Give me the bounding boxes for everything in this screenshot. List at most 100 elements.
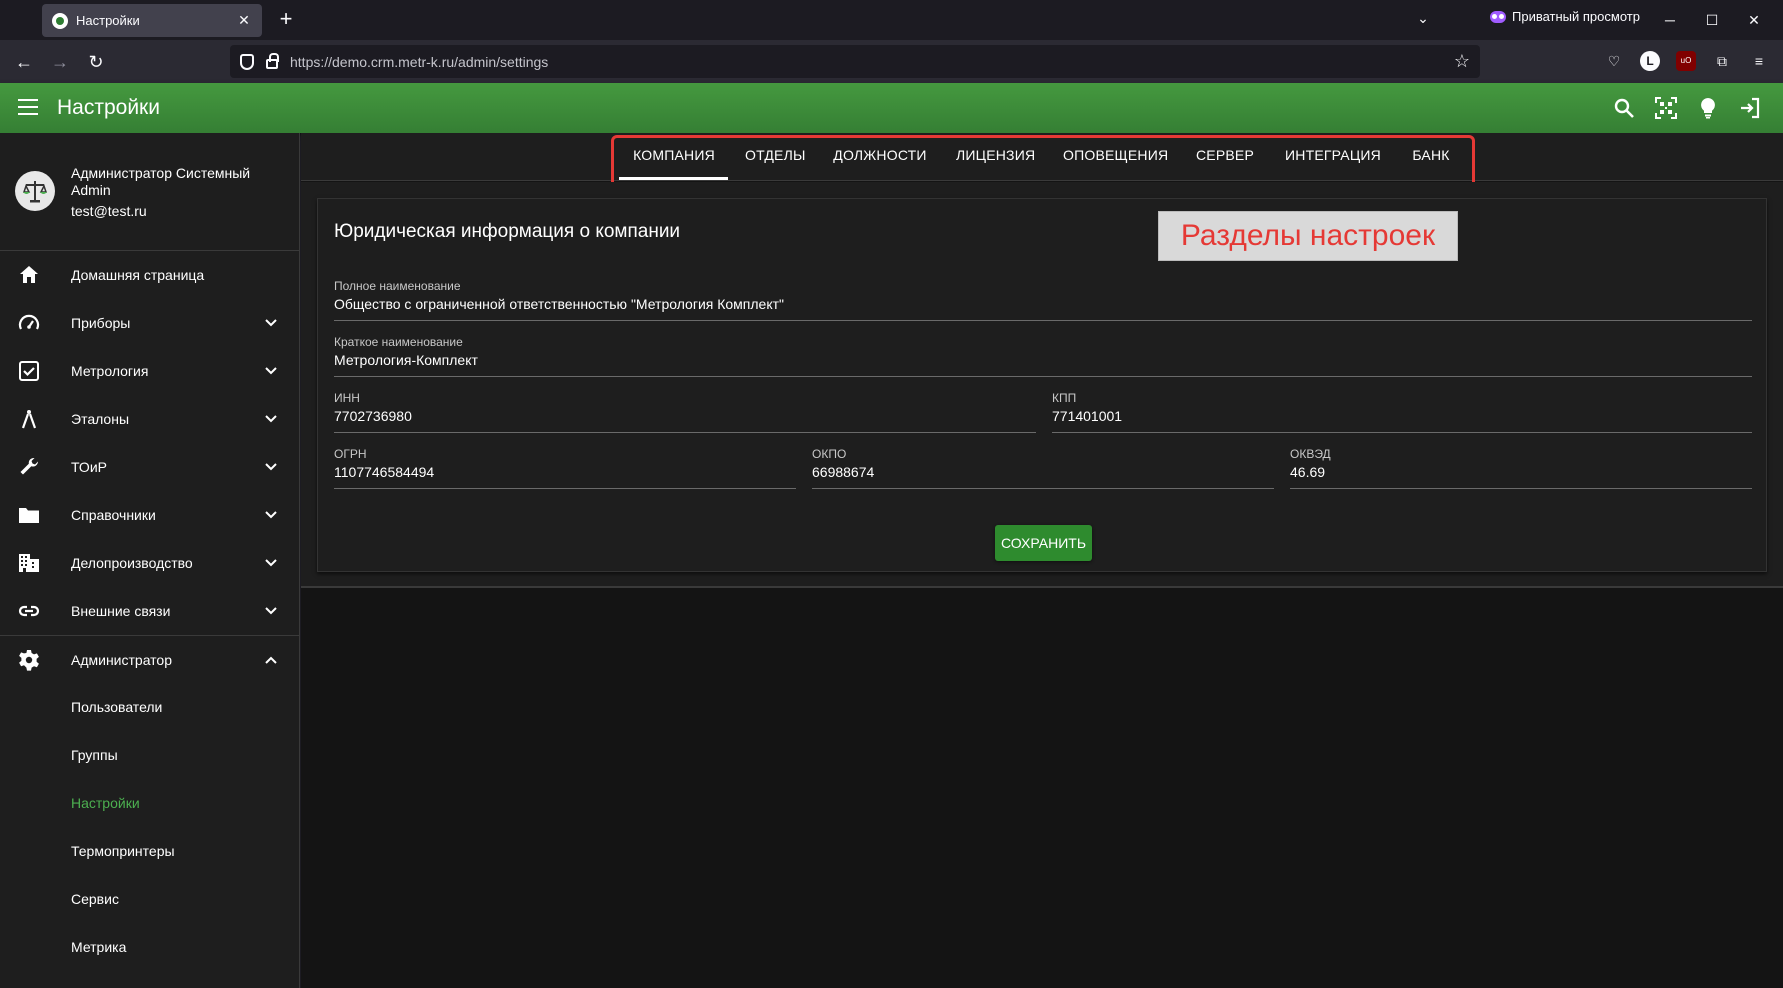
chevron-down-icon [265,511,277,519]
full-name-field[interactable]: Полное наименование Общество с ограничен… [334,271,1752,321]
sidebar-item-external-links[interactable]: Внешние связи [0,587,300,635]
sidebar-item-label: ТОиР [71,459,107,475]
url-bar[interactable]: https://demo.crm.metr-k.ru/admin/setting… [230,45,1480,78]
browser-tab-title: Настройки [76,13,140,28]
compass-icon [21,410,37,429]
tab-list-chevron-icon[interactable]: ⌄ [1413,10,1433,30]
company-legal-info-card: Юридическая информация о компании Раздел… [317,198,1767,572]
sidebar-item-label: Метрология [71,363,149,379]
browser-navbar: ← → ↻ https://demo.crm.metr-k.ru/admin/s… [0,40,1783,83]
sidebar-subitem-users[interactable]: Пользователи [0,684,300,732]
private-browsing-indicator: Приватный просмотр [1490,9,1640,24]
page-title: Настройки [57,96,160,119]
sidebar-item-admin[interactable]: Администратор [0,636,300,684]
app-header: Настройки [0,83,1783,133]
chevron-up-icon [265,656,277,664]
inn-field[interactable]: ИНН 7702736980 [334,383,1036,433]
back-icon[interactable]: ← [12,50,36,74]
close-window-icon[interactable]: ✕ [1742,8,1766,32]
short-name-value[interactable]: Метрология-Комплект [334,352,478,368]
extensions-puzzle-icon[interactable]: ⧉ [1712,51,1732,71]
pocket-icon[interactable]: ♡ [1604,51,1624,71]
private-browsing-label: Приватный просмотр [1512,9,1640,24]
url-text[interactable]: https://demo.crm.metr-k.ru/admin/setting… [290,54,548,70]
user-profile: Администратор Системный Admin test@test.… [0,133,300,251]
okved-field[interactable]: ОКВЭД 46.69 [1290,439,1752,489]
browser-menu-icon[interactable]: ≡ [1749,51,1769,71]
avatar[interactable] [15,171,55,211]
sidebar-item-paperwork[interactable]: Делопроизводство [0,539,300,587]
maximize-icon[interactable]: ☐ [1700,8,1724,32]
scales-icon [22,181,48,203]
okpo-value[interactable]: 66988674 [812,464,874,480]
sidebar-subitem-label: Настройки [71,795,140,811]
private-mask-icon [1490,10,1506,23]
app-favicon-icon [52,12,68,29]
okpo-field[interactable]: ОКПО 66988674 [812,439,1274,489]
sidebar-item-home[interactable]: Домашняя страница [0,251,300,299]
sidebar-item-metrology[interactable]: Метрология [0,347,300,395]
home-icon [20,266,38,283]
extension-l-icon[interactable]: L [1640,51,1660,71]
bookmark-star-icon[interactable]: ☆ [1454,51,1470,72]
wrench-icon [20,457,38,475]
sidebar-item-label: Внешние связи [71,603,171,619]
minimize-icon[interactable]: ─ [1658,8,1682,32]
tracking-shield-icon[interactable] [240,53,254,70]
ogrn-field[interactable]: ОГРН 1107746584494 [334,439,796,489]
sidebar-subitem-metrics[interactable]: Метрика [0,924,300,972]
sidebar-item-devices[interactable]: Приборы [0,299,300,347]
save-button[interactable]: СОХРАНИТЬ [995,525,1092,561]
sidebar-item-toir[interactable]: ТОиР [0,443,300,491]
sidebar-item-label: Справочники [71,507,156,523]
sidebar-item-label: Делопроизводство [71,555,193,571]
sidebar-subitem-groups[interactable]: Группы [0,732,300,780]
kpp-field[interactable]: КПП 771401001 [1052,383,1752,433]
chevron-down-icon [265,367,277,375]
new-tab-icon[interactable]: + [274,8,298,30]
card-title: Юридическая информация о компании [334,221,681,242]
ogrn-value[interactable]: 1107746584494 [334,464,434,480]
checkbox-icon [19,361,39,381]
inn-value[interactable]: 7702736980 [334,408,412,424]
kpp-label: КПП [1052,391,1077,405]
lock-icon[interactable] [266,52,279,69]
building-icon [19,554,39,572]
close-tab-icon[interactable]: ✕ [236,12,252,29]
ublock-icon[interactable]: uO [1676,51,1696,71]
settings-tabs: КОМПАНИЯ ОТДЕЛЫ ДОЛЖНОСТИ ЛИЦЕНЗИЯ ОПОВЕ… [301,133,1783,191]
gear-icon [19,650,39,671]
chevron-down-icon [265,607,277,615]
sidebar-subitem-thermoprinters[interactable]: Термопринтеры [0,828,300,876]
qr-scan-icon[interactable] [1654,96,1678,120]
hamburger-menu-icon[interactable] [18,99,38,115]
gauge-icon [18,314,40,330]
inn-label: ИНН [334,391,360,405]
link-icon [18,605,40,617]
sidebar-item-directories[interactable]: Справочники [0,491,300,539]
sidebar-subitem-label: Сервис [71,891,119,907]
sidebar-item-label: Эталоны [71,411,130,427]
user-name: Администратор Системный Admin [71,165,251,198]
kpp-value[interactable]: 771401001 [1052,408,1122,424]
browser-tab[interactable]: Настройки ✕ [42,4,262,37]
okved-value[interactable]: 46.69 [1290,464,1325,480]
sidebar-subitem-label: Термопринтеры [71,843,175,859]
sidebar-subitem-label: Пользователи [71,699,163,715]
search-icon[interactable] [1612,96,1636,120]
short-name-field[interactable]: Краткое наименование Метрология-Комплект [334,327,1752,377]
chevron-down-icon [265,319,277,327]
full-name-value[interactable]: Общество с ограниченной ответственностью… [334,296,784,312]
sidebar-subitem-settings[interactable]: Настройки [0,780,300,828]
sidebar-subitem-service[interactable]: Сервис [0,876,300,924]
logout-icon[interactable] [1738,96,1762,120]
okpo-label: ОКПО [812,447,847,461]
reload-icon[interactable]: ↻ [84,50,108,74]
short-name-label: Краткое наименование [334,335,463,349]
chevron-down-icon [265,559,277,567]
user-email: test@test.ru [71,203,147,219]
lightbulb-icon[interactable] [1696,96,1720,120]
forward-icon[interactable]: → [48,50,72,74]
browser-tabbar: Настройки ✕ + ⌄ Приватный просмотр ─ ☐ ✕ [0,0,1783,40]
sidebar-item-standards[interactable]: Эталоны [0,395,300,443]
